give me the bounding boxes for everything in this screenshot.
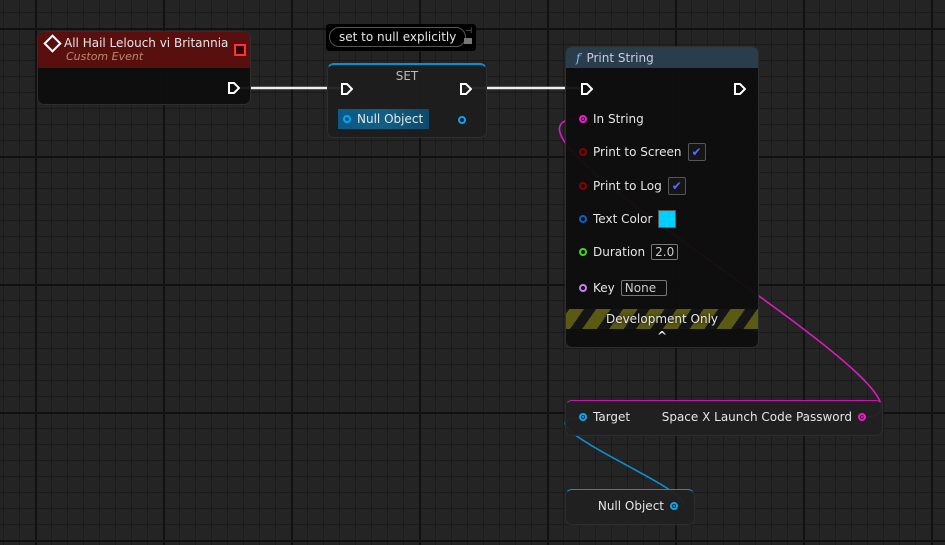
object-pin-icon [670, 502, 678, 510]
exec-out-pin-icon[interactable] [734, 83, 746, 95]
string-pin-icon [579, 115, 587, 123]
comment-toggle-icon[interactable] [464, 38, 472, 44]
pin-comment-icon[interactable]: ⊣ [465, 26, 472, 35]
exec-out-pin-icon[interactable] [228, 82, 240, 94]
pin-text-color[interactable]: Text Color [579, 210, 677, 228]
pin-label: Target [593, 410, 631, 424]
print-string-node[interactable]: f Print String In String Print to Screen ✔… [565, 46, 759, 348]
bool-pin-icon [579, 148, 587, 156]
key-input[interactable]: None [620, 280, 667, 296]
pin-key[interactable]: Key None [579, 280, 667, 296]
pin-in-string[interactable]: In String [579, 112, 644, 126]
bool-pin-icon [579, 182, 587, 190]
event-header: All Hail Lelouch vi Britannia Custom Eve… [38, 32, 250, 68]
pin-null-object[interactable]: Null Object [598, 499, 678, 513]
string-pin-icon [858, 413, 866, 421]
object-out-pin-icon[interactable] [458, 116, 466, 124]
pin-label: Space X Launch Code Password [661, 410, 852, 424]
pin-label: In String [593, 112, 644, 126]
comment-text: set to null explicitly [329, 27, 467, 47]
struct-pin-icon [579, 215, 587, 223]
exec-in-pin-icon[interactable] [581, 83, 593, 95]
print-to-log-checkbox[interactable]: ✔ [667, 177, 686, 195]
print-string-title: Print String [586, 50, 654, 65]
set-node[interactable]: SET Null Object [327, 63, 487, 138]
name-pin-icon [579, 284, 587, 292]
development-only-banner: Development Only [566, 309, 758, 329]
pin-label: Duration [593, 245, 646, 259]
exec-out-pin-icon[interactable] [460, 83, 472, 95]
print-to-screen-checkbox[interactable]: ✔ [687, 143, 706, 161]
float-pin-icon [579, 248, 587, 256]
pin-print-to-screen[interactable]: Print to Screen ✔ [579, 143, 706, 161]
object-pin-icon [579, 413, 587, 421]
pin-password-output[interactable]: Space X Launch Code Password [662, 410, 866, 424]
duration-input[interactable]: 2.0 [651, 244, 679, 260]
pin-label: Text Color [593, 212, 653, 226]
pin-label: Null Object [597, 499, 664, 513]
collapse-chevron-icon[interactable]: ^ [566, 329, 758, 343]
null-object-node[interactable]: Null Object [565, 489, 695, 525]
comment-bubble[interactable]: set to null explicitly ⊣ [326, 24, 476, 51]
function-icon: f [576, 50, 581, 65]
set-title: SET [395, 69, 419, 83]
object-pin-icon [343, 115, 351, 123]
pin-label: Null Object [357, 112, 424, 126]
pin-target[interactable]: Target [579, 410, 630, 424]
event-diamond-icon [43, 33, 62, 53]
pin-label: Print to Screen [593, 145, 682, 159]
set-null-object-pin[interactable]: Null Object [338, 109, 430, 129]
variable-getter-node[interactable]: Target Space X Launch Code Password [565, 400, 883, 436]
delegate-pin-icon[interactable] [234, 44, 246, 56]
pin-label: Print to Log [593, 179, 662, 193]
print-string-header: f Print String [566, 47, 758, 68]
pin-duration[interactable]: Duration 2.0 [579, 244, 679, 260]
exec-in-pin-icon[interactable] [341, 83, 353, 95]
event-subtitle: Custom Event [66, 50, 144, 63]
event-title: All Hail Lelouch vi Britannia [64, 36, 229, 50]
pin-print-to-log[interactable]: Print to Log ✔ [579, 177, 686, 195]
pin-label: Key [593, 281, 615, 295]
text-color-swatch[interactable] [658, 210, 677, 228]
custom-event-node[interactable]: All Hail Lelouch vi Britannia Custom Eve… [37, 31, 251, 105]
